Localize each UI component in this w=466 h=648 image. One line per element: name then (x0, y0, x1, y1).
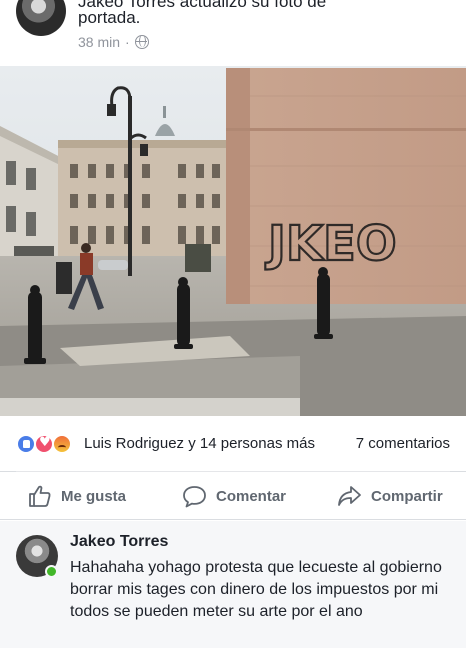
reaction-icons[interactable] (16, 434, 80, 454)
graffiti-tag: JKEO (265, 216, 397, 272)
comment-author[interactable]: Jakeo Torres (70, 533, 168, 551)
globe-icon[interactable] (134, 35, 149, 49)
post-photo[interactable]: JKEO (0, 66, 466, 416)
comment-count[interactable]: 7 comentarios (356, 435, 450, 452)
graffiti: JKEO (264, 215, 398, 273)
post-meta: 38 min · (78, 34, 149, 50)
like-button[interactable]: Me gusta (28, 472, 126, 520)
post-header: Jakeo Torres actualizó su foto de portad… (0, 0, 466, 66)
post-text: portada. (78, 8, 141, 27)
meta-separator: · (125, 34, 130, 50)
thumbs-up-icon (29, 485, 51, 507)
comments-section: Jakeo Torres Hahahaha yohago protesta qu… (0, 521, 466, 648)
comment-bubble-icon (183, 485, 206, 507)
reaction-names[interactable]: Luis Rodriguez y 14 personas más (84, 435, 315, 452)
action-bar: Me gusta Comentar Compartir (0, 472, 466, 520)
online-status-icon (45, 565, 58, 578)
author-avatar[interactable] (16, 0, 66, 36)
share-arrow-icon (338, 486, 361, 506)
post-time[interactable]: 38 min (78, 34, 120, 50)
like-icon (16, 434, 36, 454)
comment-button[interactable]: Comentar (182, 472, 286, 520)
love-icon (34, 434, 54, 454)
like-label: Me gusta (61, 487, 127, 505)
street-scene-image: JKEO (0, 66, 466, 416)
reactions-bar: Luis Rodriguez y 14 personas más 7 comen… (0, 416, 466, 472)
angry-icon (52, 434, 72, 454)
comment-text: Hahahaha yohago protesta que lecueste al… (70, 559, 442, 620)
share-button[interactable]: Compartir (337, 472, 443, 520)
share-label: Compartir (371, 487, 443, 505)
comment-label: Comentar (216, 487, 287, 505)
